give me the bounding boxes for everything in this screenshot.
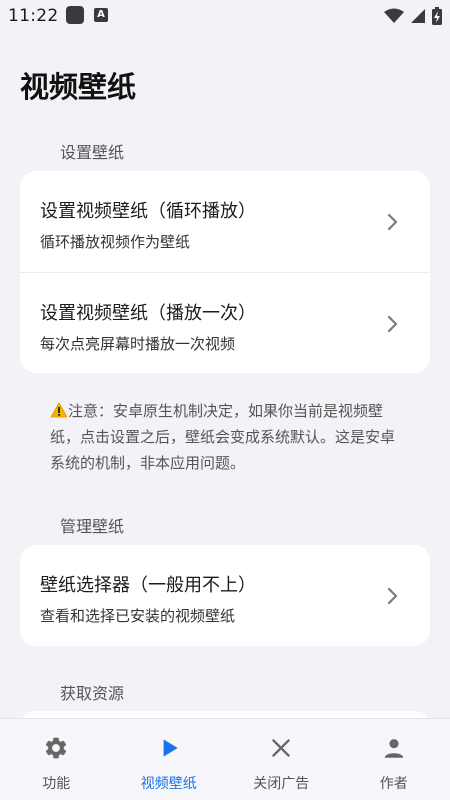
bottom-nav: 功能 视频壁纸 关闭广告 作者 [0,718,450,800]
section-header-manage-wallpaper: 管理壁纸 [60,517,125,536]
play-icon [163,739,178,757]
chevron-right-icon [387,315,398,333]
section-header-get-resources: 获取资源 [60,684,125,703]
nav-label: 视频壁纸 [140,776,197,792]
chevron-right-icon [387,587,398,605]
item-title: 设置视频壁纸（播放一次） [40,303,256,324]
item-set-loop-wallpaper[interactable]: 设置视频壁纸（循环播放） 循环播放视频作为壁纸 [20,171,430,272]
status-bar: 11:22 A [0,0,450,32]
nav-item-close-ads[interactable]: 关闭广告 [225,719,338,800]
a-notification-icon: A [94,8,108,22]
warning-note-text: 注意：安卓原生机制决定，如果你当前是视频壁纸，点击设置之后，壁纸会变成系统默认。… [50,402,396,472]
cellular-signal-icon [411,9,425,23]
status-time: 11:22 [8,6,59,26]
item-set-once-wallpaper[interactable]: 设置视频壁纸（播放一次） 每次点亮屏幕时播放一次视频 [20,272,430,373]
card-set-wallpaper: 设置视频壁纸（循环播放） 循环播放视频作为壁纸 设置视频壁纸（播放一次） 每次点… [20,171,430,373]
item-subtitle: 循环播放视频作为壁纸 [40,233,191,251]
screen: 11:22 A 视频壁纸 设置壁纸 设置视频壁纸（循环播放） 循环播放视频作为壁… [0,0,450,800]
warning-note: 注意：安卓原生机制决定，如果你当前是视频壁纸，点击设置之后，壁纸会变成系统默认。… [50,398,400,476]
nav-label: 关闭广告 [253,776,310,792]
item-wallpaper-picker[interactable]: 壁纸选择器（一般用不上） 查看和选择已安装的视频壁纸 [20,545,430,646]
gear-icon [46,737,67,759]
person-icon [384,739,403,758]
nav-label: 功能 [42,776,71,792]
status-indicators [384,6,442,26]
nav-item-author[interactable]: 作者 [338,719,450,800]
page-title: 视频壁纸 [20,70,137,104]
chevron-right-icon [387,213,398,231]
wifi-icon [384,8,404,23]
card-manage-wallpaper: 壁纸选择器（一般用不上） 查看和选择已安装的视频壁纸 [20,545,430,646]
warning-icon [50,402,68,418]
nav-item-video-wallpaper[interactable]: 视频壁纸 [113,719,226,800]
close-icon [272,739,291,757]
app-notification-icon [66,6,84,24]
battery-charging-icon [432,7,442,25]
item-title: 壁纸选择器（一般用不上） [40,575,256,596]
section-header-set-wallpaper: 设置壁纸 [60,143,125,162]
nav-label: 作者 [379,776,408,792]
item-subtitle: 每次点亮屏幕时播放一次视频 [40,335,236,353]
item-title: 设置视频壁纸（循环播放） [40,201,256,222]
item-subtitle: 查看和选择已安装的视频壁纸 [40,607,236,625]
nav-item-features[interactable]: 功能 [0,719,113,800]
